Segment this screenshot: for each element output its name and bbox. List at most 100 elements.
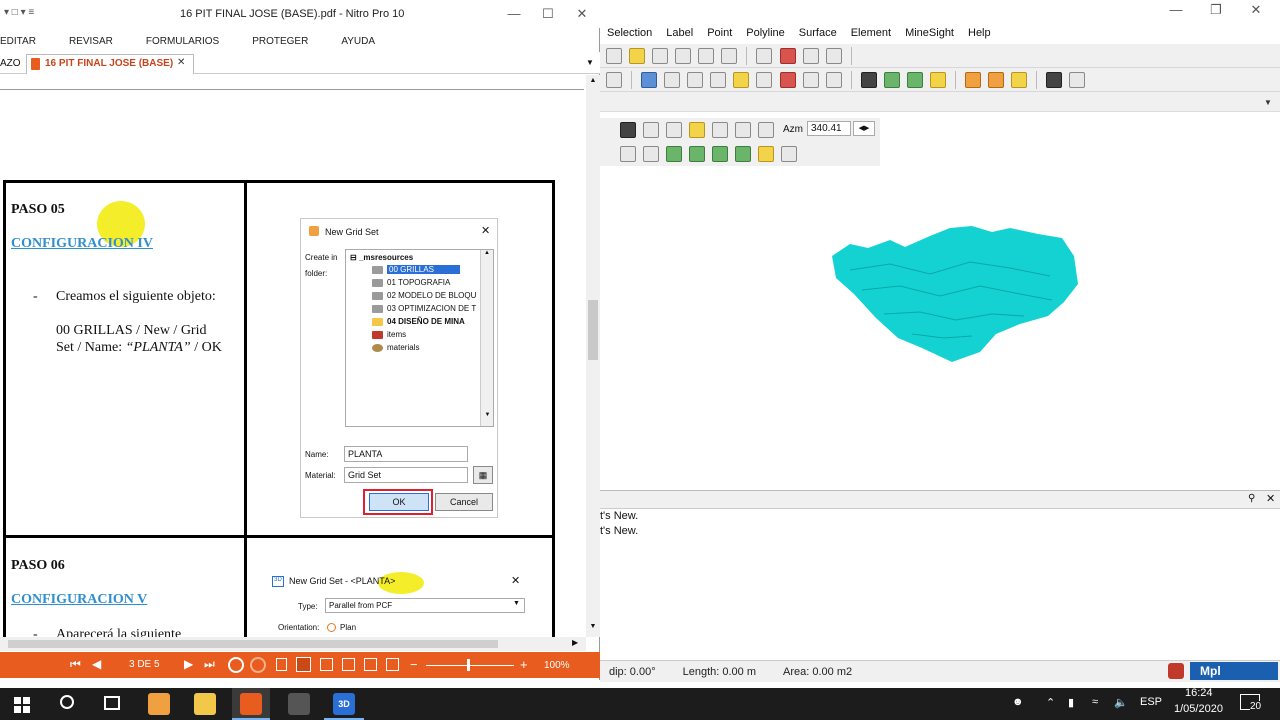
grid-view-icon[interactable] [735, 122, 752, 138]
pan-icon[interactable] [712, 122, 729, 138]
close-tab-icon[interactable]: ✕ [177, 57, 185, 68]
mpl-badge[interactable]: Mpl [1190, 662, 1278, 680]
zoom-level[interactable]: 100% [544, 660, 570, 671]
layers-icon[interactable] [758, 146, 775, 162]
azm-input[interactable]: 340.41 [807, 121, 851, 136]
scroll-down-icon[interactable]: ▼ [481, 412, 494, 418]
move-icon[interactable] [687, 72, 704, 88]
step5-link[interactable]: CONFIGURACION IV [11, 236, 153, 252]
ribbon-revisar[interactable]: REVISAR [69, 36, 113, 47]
tree-item-materials[interactable]: materials [372, 343, 419, 352]
point-edit-icon[interactable] [641, 72, 658, 88]
fit-page-icon[interactable] [364, 658, 377, 671]
paste-icon[interactable] [733, 72, 750, 88]
menu-element[interactable]: Element [844, 27, 898, 39]
view-2d-icon[interactable] [643, 122, 660, 138]
explode-icon[interactable] [988, 72, 1005, 88]
cancel-button[interactable]: Cancel [435, 493, 493, 511]
tree-root[interactable]: ⊟ _msresources [350, 253, 413, 262]
language-indicator[interactable]: ESP [1140, 696, 1162, 708]
tree-item-topografia[interactable]: 01 TOPOGRAFIA [372, 278, 450, 287]
tree-item-optimizacion[interactable]: 03 OPTIMIZACION DE T [372, 304, 476, 313]
history-icon[interactable] [721, 48, 738, 64]
redo-icon[interactable] [698, 48, 715, 64]
file-explorer-icon[interactable] [194, 693, 216, 715]
continuous-icon[interactable] [296, 657, 311, 672]
fit-width-icon[interactable] [386, 658, 399, 671]
rotate-icon[interactable] [689, 122, 706, 138]
menu-selection[interactable]: Selection [600, 27, 659, 39]
vertical-scroll-thumb[interactable] [588, 300, 598, 360]
solid-union-icon[interactable] [906, 72, 923, 88]
tree-item-diseno[interactable]: 04 DISEÑO DE MINA [372, 317, 465, 326]
tree-item-items[interactable]: items [372, 330, 406, 339]
ribbon-editar[interactable]: EDITAR [0, 36, 36, 47]
zoom-out-icon[interactable]: − [410, 657, 418, 672]
scroll-right-icon[interactable]: ▶ [572, 638, 578, 647]
ok-button[interactable]: OK [369, 493, 429, 511]
azm-spinner[interactable]: ◀▶ [853, 121, 875, 136]
menu-label[interactable]: Label [659, 27, 700, 39]
cut-icon[interactable] [779, 72, 796, 88]
delete-icon[interactable] [779, 48, 796, 64]
back-icon[interactable] [228, 657, 244, 673]
step-icon[interactable] [643, 146, 660, 162]
tree-item-grillas[interactable]: 00 GRILLAS [372, 265, 460, 274]
ribbon-formularios[interactable]: FORMULARIOS [146, 36, 219, 47]
grid-plus-icon[interactable] [735, 146, 752, 162]
menu-help[interactable]: Help [961, 27, 998, 39]
minesight-tool-icon[interactable] [288, 693, 310, 715]
step6-link[interactable]: CONFIGURACION V [11, 592, 147, 608]
select-icon[interactable] [606, 48, 622, 64]
minimize-icon[interactable]: — [1156, 0, 1196, 20]
material-browse-button[interactable]: ▦ [473, 466, 493, 484]
task-view-icon[interactable] [104, 696, 120, 710]
chevron-down-icon[interactable]: ▼ [586, 58, 594, 67]
copy-icon[interactable] [664, 72, 681, 88]
nitro-taskbar-button[interactable] [232, 688, 270, 720]
window-select-icon[interactable] [756, 48, 773, 64]
export-icon[interactable] [1046, 72, 1063, 88]
name-input[interactable]: PLANTA [344, 446, 468, 462]
next-page-icon[interactable]: ▶ [184, 657, 193, 671]
scroll-up-icon[interactable]: ▲ [481, 250, 493, 256]
zoom-slider[interactable] [426, 665, 514, 666]
close-icon[interactable]: ✕ [481, 224, 490, 237]
first-page-icon[interactable]: ⏮ [70, 657, 81, 672]
duplicate-icon[interactable] [710, 72, 727, 88]
close-icon[interactable]: ✕ [1266, 492, 1275, 505]
pin-icon[interactable]: ⚲ [1248, 493, 1255, 504]
tree-scrollbar[interactable]: ▲ ▼ [480, 250, 493, 426]
chevron-down-icon[interactable]: ▼ [513, 600, 520, 607]
ribbon-ayuda[interactable]: AYUDA [341, 36, 375, 47]
material-input[interactable]: Grid Set [344, 467, 468, 483]
grid-down-icon[interactable] [712, 146, 729, 162]
zoom-slider-thumb[interactable] [467, 659, 470, 671]
facing-icon[interactable] [320, 658, 333, 671]
tab-partial[interactable]: AZO [0, 58, 21, 69]
undo-icon[interactable] [675, 48, 692, 64]
solid-tools-icon[interactable] [929, 72, 946, 88]
prev-page-icon[interactable]: ◀ [92, 657, 101, 671]
add-grid-icon[interactable] [666, 146, 683, 162]
people-icon[interactable]: ☻ [1012, 696, 1024, 708]
grid-icon[interactable] [825, 48, 842, 64]
transform-icon[interactable] [756, 72, 773, 88]
horizontal-scroll-thumb[interactable] [8, 640, 498, 648]
menu-polyline[interactable]: Polyline [739, 27, 792, 39]
mesh-icon[interactable] [825, 72, 842, 88]
page-indicator[interactable]: 3 DE 5 [129, 659, 160, 670]
chevron-up-icon[interactable]: ⌃ [1046, 696, 1055, 709]
zoom-icon[interactable] [758, 122, 775, 138]
3d-viewport[interactable] [600, 168, 1280, 482]
list-icon[interactable] [606, 72, 622, 88]
grid-up-icon[interactable] [689, 146, 706, 162]
close-icon[interactable]: ✕ [1236, 0, 1276, 20]
view-3d-icon[interactable] [666, 122, 683, 138]
solid-green-icon[interactable] [883, 72, 900, 88]
ribbon-proteger[interactable]: PROTEGER [252, 36, 308, 47]
measure-icon[interactable] [1069, 72, 1086, 88]
restore-icon[interactable]: ❐ [1196, 0, 1236, 20]
folder-tree[interactable]: ⊟ _msresources 00 GRILLAS 01 TOPOGRAFIA … [345, 249, 494, 427]
clock-time[interactable]: 16:24 [1185, 687, 1213, 699]
